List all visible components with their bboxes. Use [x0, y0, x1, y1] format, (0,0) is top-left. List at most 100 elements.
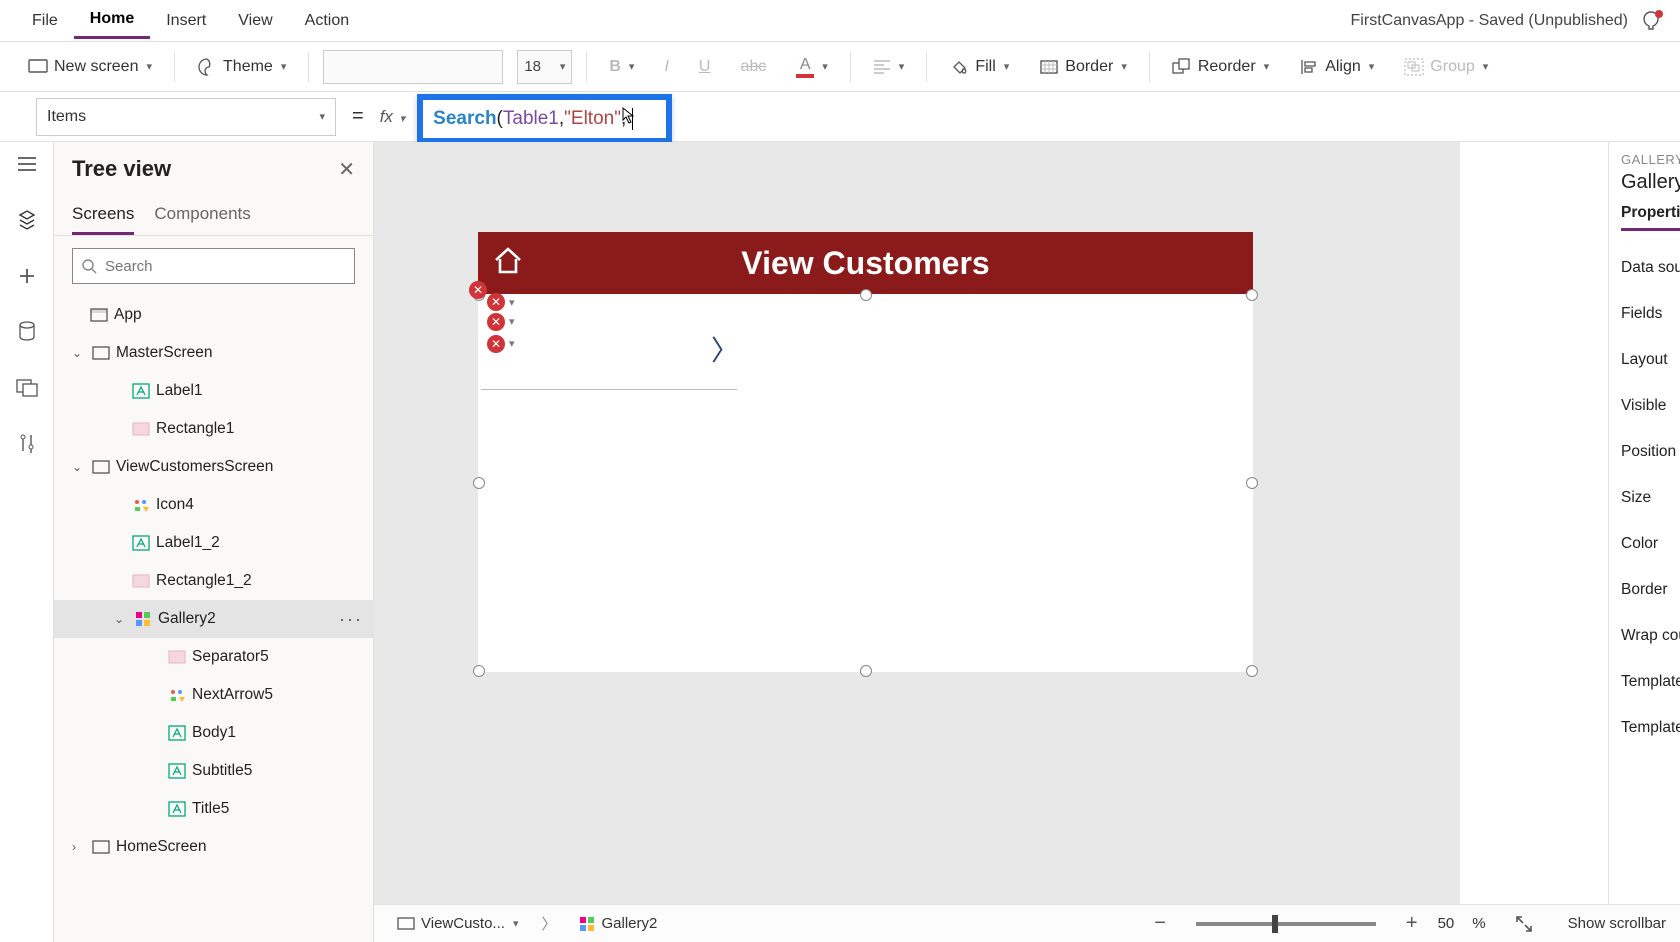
data-icon[interactable] [13, 318, 41, 346]
bold-button[interactable]: B▾ [601, 52, 642, 82]
property-row[interactable]: Visible [1621, 383, 1680, 429]
selection-handle[interactable] [1246, 289, 1258, 301]
tree-item[interactable]: Subtitle5 [54, 752, 373, 790]
advanced-tools-icon[interactable] [13, 430, 41, 458]
tree-item[interactable]: Body1 [54, 714, 373, 752]
tree-item[interactable]: ⌄MasterScreen [54, 334, 373, 372]
selection-handle[interactable] [1246, 477, 1258, 489]
property-row[interactable]: Template padding [1621, 705, 1680, 751]
close-icon[interactable]: ✕ [338, 157, 355, 182]
tree-item[interactable]: NextArrow5 [54, 676, 373, 714]
rect-icon [168, 648, 186, 666]
property-row[interactable]: Size [1621, 475, 1680, 521]
theme-button[interactable]: Theme ▾ [189, 51, 294, 83]
error-badge-icon[interactable]: ✕ [469, 281, 487, 299]
property-row[interactable]: Border [1621, 567, 1680, 613]
chevron-icon[interactable]: ⌄ [72, 346, 86, 360]
menu-insert[interactable]: Insert [150, 4, 222, 38]
menu-home[interactable]: Home [74, 2, 150, 39]
chevron-icon[interactable]: ⌄ [72, 460, 86, 474]
fill-button[interactable]: Fill ▾ [941, 51, 1017, 83]
font-size-dropdown[interactable]: 18 ▾ [517, 50, 572, 84]
breadcrumb-control[interactable]: Gallery2 [570, 910, 666, 937]
hamburger-icon[interactable] [13, 150, 41, 178]
ribbon: New screen ▾ Theme ▾ 18 ▾ B▾ I U abc A ▾… [0, 42, 1680, 92]
tab-screens[interactable]: Screens [72, 196, 134, 235]
property-row[interactable]: Template size [1621, 659, 1680, 705]
chevron-icon[interactable]: › [72, 840, 86, 854]
property-row[interactable]: Layout [1621, 337, 1680, 383]
tab-properties[interactable]: Properties [1621, 204, 1680, 231]
menu-view[interactable]: View [222, 4, 288, 38]
tab-components[interactable]: Components [154, 196, 250, 235]
selection-handle[interactable] [473, 477, 485, 489]
menu-file[interactable]: File [16, 4, 74, 38]
property-row[interactable]: Data source [1621, 245, 1680, 291]
zoom-slider[interactable] [1196, 922, 1376, 926]
error-badge-icon[interactable]: ✕ [487, 335, 505, 353]
label-icon [132, 534, 150, 552]
menu-action[interactable]: Action [289, 4, 365, 38]
fit-to-window-icon[interactable] [1514, 914, 1534, 934]
selection-handle[interactable] [473, 665, 485, 677]
tree-search[interactable] [72, 248, 355, 284]
reorder-button[interactable]: Reorder ▾ [1164, 51, 1277, 83]
canvas-area[interactable]: View Customers ✕ ✕ ✕ ✕ ▾ ▾ ▾ 〉 [374, 142, 1460, 904]
insert-icon[interactable] [13, 262, 41, 290]
fx-icon[interactable]: fx ▾ [380, 107, 405, 127]
property-row[interactable]: Fields [1621, 291, 1680, 337]
font-name-dropdown[interactable] [323, 50, 503, 84]
tree-item[interactable]: Label1_2 [54, 524, 373, 562]
tree-item[interactable]: ⌄Gallery2··· [54, 600, 373, 638]
next-arrow-icon[interactable]: 〉 [711, 329, 739, 369]
chevron-down-icon[interactable]: ▾ [509, 296, 515, 309]
underline-button[interactable]: U [691, 52, 719, 82]
selection-handle[interactable] [860, 665, 872, 677]
app-checker-icon[interactable] [1640, 9, 1664, 33]
property-row[interactable]: Wrap count [1621, 613, 1680, 659]
group-button[interactable]: Group ▾ [1396, 51, 1496, 83]
text-align-button[interactable]: ▾ [865, 54, 913, 80]
selection-handle[interactable] [860, 289, 872, 301]
align-button[interactable]: Align ▾ [1291, 51, 1382, 83]
tree-item[interactable]: Rectangle1_2 [54, 562, 373, 600]
chevron-down-icon[interactable]: ▾ [509, 337, 515, 350]
breadcrumb-screen[interactable]: ViewCusto... ▾ [388, 910, 527, 937]
home-icon[interactable] [490, 242, 526, 278]
tree-item[interactable]: App [54, 296, 373, 334]
chevron-down-icon[interactable]: ▾ [509, 315, 515, 328]
border-button[interactable]: Border ▾ [1031, 51, 1135, 83]
zoom-out-button[interactable]: − [1148, 912, 1172, 935]
property-row[interactable]: Color [1621, 521, 1680, 567]
media-icon[interactable] [13, 374, 41, 402]
font-color-button[interactable]: A ▾ [788, 50, 836, 84]
error-badge-icon[interactable]: ✕ [487, 313, 505, 331]
tree-item[interactable]: ⌄ViewCustomersScreen [54, 448, 373, 486]
tree-item[interactable]: ›HomeScreen [54, 828, 373, 866]
chevron-icon[interactable]: ⌄ [114, 612, 128, 626]
tree-item[interactable]: Separator5 [54, 638, 373, 676]
error-badge-icon[interactable]: ✕ [487, 293, 505, 311]
app-canvas[interactable]: View Customers ✕ ✕ ✕ ✕ ▾ ▾ ▾ 〉 [478, 232, 1253, 672]
property-row[interactable]: Position [1621, 429, 1680, 475]
selection-handle[interactable] [1246, 665, 1258, 677]
tree-search-input[interactable] [105, 258, 346, 275]
property-selector[interactable]: Items ▾ [36, 98, 336, 136]
tree-item[interactable]: Rectangle1 [54, 410, 373, 448]
tree-view-icon[interactable] [13, 206, 41, 234]
tree-item[interactable]: Label1 [54, 372, 373, 410]
tree-item[interactable]: Icon4 [54, 486, 373, 524]
label-icon [168, 724, 186, 742]
formula-input[interactable]: Search(Table1, "Elton", [417, 94, 672, 144]
tree-items: App⌄MasterScreenLabel1Rectangle1⌄ViewCus… [54, 296, 373, 942]
rect-icon [132, 420, 150, 438]
gallery-selection[interactable]: ✕ ✕ ✕ ✕ ▾ ▾ ▾ 〉 [478, 294, 1253, 672]
new-screen-button[interactable]: New screen ▾ [20, 51, 160, 83]
italic-button[interactable]: I [656, 52, 676, 82]
more-icon[interactable]: ··· [339, 609, 363, 630]
zoom-in-button[interactable]: + [1400, 912, 1424, 935]
tree-item[interactable]: Title5 [54, 790, 373, 828]
strikethrough-button[interactable]: abc [732, 52, 774, 82]
zoom-thumb[interactable] [1272, 915, 1278, 933]
iconset-icon [132, 496, 150, 514]
